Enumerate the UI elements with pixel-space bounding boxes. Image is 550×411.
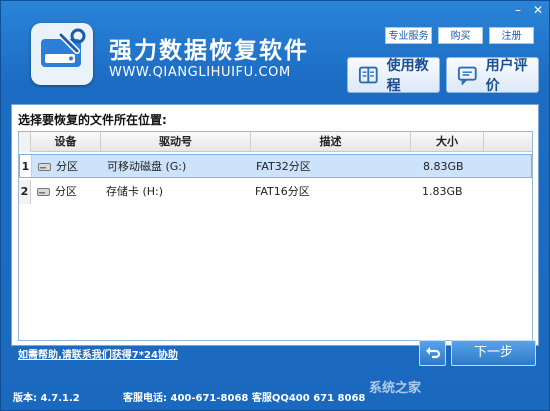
- drive-table: 设备 驱动号 描述 大小 1 分区 可移动磁盘 (G:) FAT32分区 8.8…: [18, 131, 533, 341]
- drive-icon: [38, 163, 51, 171]
- row-description: FAT16分区: [255, 185, 310, 198]
- row-size: 1.83GB: [422, 185, 463, 198]
- app-window: – ✕ 强力数据恢复软件 WWW.QIANGLIHUIFU.COM 专业服务 购…: [0, 0, 550, 411]
- register-link[interactable]: 注册: [489, 27, 534, 44]
- logo-drive-icon: [31, 23, 93, 85]
- table-header: 设备 驱动号 描述 大小: [19, 132, 532, 152]
- app-title: 强力数据恢复软件: [109, 38, 309, 64]
- header-size[interactable]: 大小: [411, 132, 484, 152]
- row-device: 分区: [56, 160, 78, 173]
- minimize-button[interactable]: –: [509, 3, 527, 17]
- row-device: 分区: [55, 185, 77, 198]
- close-button[interactable]: ✕: [529, 3, 547, 17]
- row-index: 2: [19, 180, 31, 204]
- table-row[interactable]: 2 分区 存储卡 (H:) FAT16分区 1.83GB: [19, 180, 532, 204]
- row-size: 8.83GB: [423, 160, 464, 173]
- row-drive: 存储卡 (H:): [106, 185, 164, 198]
- help-link[interactable]: 如需帮助,请联系我们获得7*24协助: [18, 346, 178, 361]
- buy-link[interactable]: 购买: [438, 27, 483, 44]
- header-spacer: [484, 132, 532, 152]
- row-drive: 可移动磁盘 (G:): [107, 160, 187, 173]
- location-panel: 选择要恢复的文件所在位置: 设备 驱动号 描述 大小 1 分区 可移动磁盘 (G…: [11, 104, 539, 346]
- header-description[interactable]: 描述: [251, 132, 411, 152]
- table-row[interactable]: 1 分区 可移动磁盘 (G:) FAT32分区 8.83GB: [19, 154, 532, 178]
- tutorial-book-icon: [358, 66, 378, 84]
- review-label: 用户评价: [485, 58, 528, 94]
- header-device[interactable]: 设备: [31, 132, 101, 152]
- pro-service-link[interactable]: 专业服务: [385, 27, 432, 44]
- drive-icon: [37, 188, 50, 196]
- back-button[interactable]: [419, 340, 446, 366]
- app-url: WWW.QIANGLIHUIFU.COM: [109, 65, 291, 80]
- review-chat-icon: [457, 66, 477, 86]
- support-phone: 客服电话: 400-671-8068 客服QQ400 671 8068: [123, 393, 366, 404]
- header-drive[interactable]: 驱动号: [101, 132, 251, 152]
- panel-title: 选择要恢复的文件所在位置:: [18, 113, 167, 127]
- tutorial-label: 使用教程: [386, 58, 429, 94]
- review-button[interactable]: 用户评价: [446, 57, 539, 94]
- header-index: [19, 132, 31, 152]
- watermark: 系统之家: [369, 381, 422, 396]
- tutorial-button[interactable]: 使用教程: [347, 57, 440, 94]
- row-description: FAT32分区: [256, 160, 311, 173]
- version-label: 版本: 4.7.1.2: [13, 393, 80, 404]
- next-button[interactable]: 下一步: [451, 340, 536, 366]
- row-index: 1: [20, 155, 32, 177]
- back-arrow-icon: [426, 347, 441, 359]
